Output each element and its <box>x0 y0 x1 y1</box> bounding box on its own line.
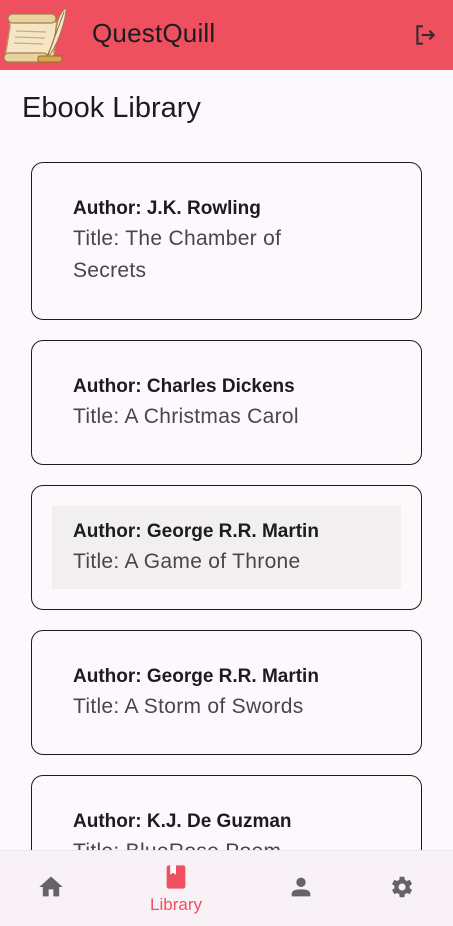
book-author: Author: George R.R. Martin <box>73 521 319 542</box>
page-title: Ebook Library <box>22 92 201 124</box>
book-card-content: Author: Charles Dickens Title: A Christm… <box>52 361 401 444</box>
book-card[interactable]: Author: K.J. De Guzman Title: BlueRose P… <box>31 775 422 850</box>
scroll-quill-logo <box>2 4 70 66</box>
book-card[interactable]: Author: Charles Dickens Title: A Christm… <box>31 340 422 465</box>
logout-button[interactable] <box>410 20 440 50</box>
book-author: Author: Charles Dickens <box>73 376 295 397</box>
book-card[interactable]: Author: George R.R. Martin Title: A Stor… <box>31 630 422 755</box>
home-icon <box>39 876 63 897</box>
app-screen: QuestQuill Ebook Library Author: J.K. Ro… <box>0 0 453 926</box>
book-card[interactable]: Author: George R.R. Martin Title: A Game… <box>31 485 422 610</box>
book-title: Title: The Chamber of Secrets <box>73 227 282 282</box>
book-card-content: Author: George R.R. Martin Title: A Game… <box>52 506 401 589</box>
logout-icon <box>416 25 436 45</box>
nav-profile[interactable] <box>256 851 346 926</box>
book-card-content: Author: George R.R. Martin Title: A Stor… <box>52 651 401 734</box>
book-title: Title: A Christmas Carol <box>73 405 299 428</box>
app-title: QuestQuill <box>92 18 216 48</box>
book-list[interactable]: Author: J.K. Rowling Title: The Chamber … <box>0 160 453 850</box>
nav-home[interactable] <box>6 851 96 926</box>
gear-icon <box>392 876 413 898</box>
book-card-content: Author: J.K. Rowling Title: The Chamber … <box>52 183 401 299</box>
app-bar: QuestQuill <box>0 0 453 70</box>
book-card-content: Author: K.J. De Guzman Title: BlueRose P… <box>52 796 401 850</box>
book-author: Author: K.J. De Guzman <box>73 811 292 832</box>
nav-library-label: Library <box>150 895 202 914</box>
nav-library[interactable]: Library <box>131 851 221 926</box>
book-title: Title: BlueRose Poem <box>73 836 401 850</box>
book-title: Title: A Storm of Swords <box>73 695 304 718</box>
book-title: Title: A Game of Throne <box>73 550 301 573</box>
nav-settings[interactable] <box>356 851 446 926</box>
book-author: Author: George R.R. Martin <box>73 666 319 687</box>
person-icon <box>291 877 311 897</box>
book-card[interactable]: Author: J.K. Rowling Title: The Chamber … <box>31 162 422 320</box>
book-author: Author: J.K. Rowling <box>73 198 261 219</box>
book-icon <box>166 865 186 889</box>
bottom-navigation: Library <box>0 850 453 926</box>
